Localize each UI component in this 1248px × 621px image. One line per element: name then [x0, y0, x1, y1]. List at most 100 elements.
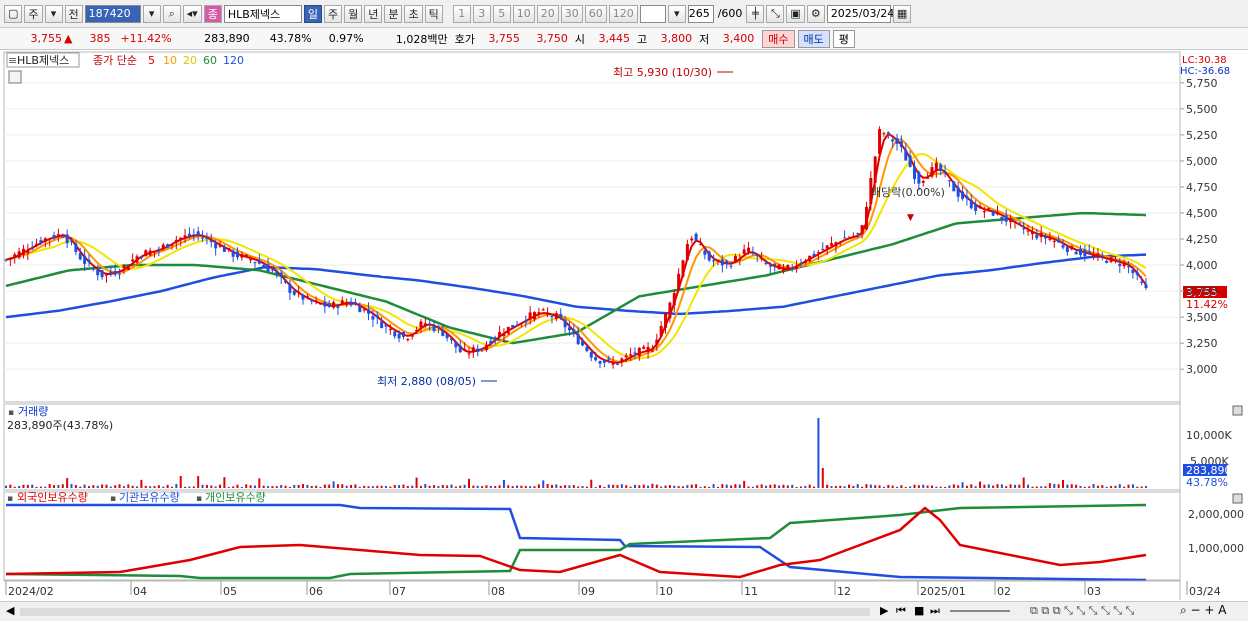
calendar-icon[interactable]: ▦: [892, 4, 912, 23]
volume-bar: [205, 484, 208, 488]
candle-body: [882, 133, 886, 135]
candle-body: [222, 246, 226, 252]
volume-bar: [896, 486, 899, 488]
candle-body: [615, 363, 619, 365]
interval-week[interactable]: 주: [323, 4, 343, 23]
price-ytick: 4,500: [1186, 207, 1218, 220]
num-3[interactable]: 3: [472, 4, 491, 23]
interval-minute[interactable]: 분: [384, 4, 403, 23]
x-label: 06: [309, 585, 323, 598]
menu-icon[interactable]: ≡: [8, 54, 17, 67]
date-input[interactable]: 2025/03/24: [826, 4, 894, 23]
volume-bar: [302, 484, 305, 488]
custom-num-dropdown-icon[interactable]: ▾: [667, 4, 686, 23]
num-10[interactable]: 10: [512, 4, 535, 23]
volume-bar: [756, 485, 759, 488]
volume-bar: [882, 486, 885, 488]
tool-icons[interactable]: ⧉ ⧉ ⧉ ⤡ ⤡ ⤡ ⤡ ⤡ ⤡: [1030, 604, 1134, 618]
prev-button[interactable]: 전: [64, 4, 83, 23]
candle-body: [48, 238, 52, 240]
num-60[interactable]: 60: [584, 4, 607, 23]
volume-tag-pct: 43.78%: [1186, 476, 1228, 489]
volume-menu-icon[interactable]: ▪: [8, 408, 14, 418]
volume-bar: [66, 478, 69, 488]
volume: 283,890: [204, 32, 250, 45]
num-5[interactable]: 5: [492, 4, 511, 23]
volume-info: 283,890주(43.78%): [7, 419, 113, 432]
zoom-slider[interactable]: [950, 610, 1010, 612]
candle-body: [664, 313, 668, 328]
stock-code-input[interactable]: 187420: [84, 4, 141, 23]
window-icon[interactable]: ▢: [4, 4, 23, 23]
candle-body: [305, 296, 309, 298]
num-30[interactable]: 30: [560, 4, 583, 23]
volume-bar: [839, 485, 842, 488]
interval-month[interactable]: 월: [344, 4, 363, 23]
candle-body: [441, 330, 445, 336]
volume-bar: [446, 485, 449, 488]
candle-body: [878, 128, 882, 154]
candle-body: [109, 271, 113, 274]
num-120[interactable]: 120: [608, 4, 638, 23]
candle-body: [830, 243, 834, 246]
volume-bar: [1140, 486, 1143, 488]
avg-button[interactable]: 평: [832, 29, 855, 48]
candle-body: [96, 269, 100, 276]
candle-body: [1127, 266, 1131, 268]
bottom-scrollbar[interactable]: ◀ ▶ ⏮ ■ ⏭ ⧉ ⧉ ⧉ ⤡ ⤡ ⤡ ⤡ ⤡ ⤡ ⌕ − + A: [0, 601, 1248, 621]
candle-icon[interactable]: ╪: [746, 4, 765, 23]
holder-menu-icon[interactable]: ▪: [7, 494, 13, 504]
candle-body: [790, 267, 794, 269]
scroll-left-icon[interactable]: ◀: [6, 604, 14, 617]
interval-day[interactable]: 일: [303, 4, 322, 23]
candle-body: [1074, 251, 1078, 255]
stock-tag-icon[interactable]: 종: [203, 4, 222, 23]
save-icon[interactable]: ▣: [786, 4, 805, 23]
period-short[interactable]: 주: [24, 4, 43, 23]
stock-name-field[interactable]: HLB제넥스: [223, 4, 302, 23]
count-input[interactable]: 265: [687, 4, 714, 23]
first-icon[interactable]: ⏮: [896, 604, 906, 618]
last-icon[interactable]: ⏭: [930, 604, 940, 618]
stock-name-tag[interactable]: HLB제넥스: [17, 54, 69, 67]
candle-body: [602, 360, 606, 363]
candle-body: [576, 333, 580, 345]
custom-num-input[interactable]: [639, 4, 666, 23]
sell-button[interactable]: 매도: [797, 29, 830, 48]
gear-icon[interactable]: ⚙: [806, 4, 825, 23]
buy-button[interactable]: 매수: [762, 29, 795, 48]
price-ytick: 3,000: [1186, 363, 1218, 376]
volume-close-icon[interactable]: [1232, 405, 1243, 416]
candle-body: [432, 325, 436, 332]
volume-bar: [555, 484, 558, 488]
chevron-down-icon[interactable]: ▾: [44, 4, 63, 23]
stop-icon[interactable]: ■: [914, 604, 924, 617]
chart-settings-icon[interactable]: ⤡: [766, 4, 785, 23]
ma-20: 20: [183, 54, 197, 67]
candle-body: [803, 261, 807, 264]
volume-bar: [974, 486, 977, 488]
holder-close-icon[interactable]: [1232, 493, 1243, 504]
candle-body: [131, 259, 135, 262]
play-icon[interactable]: ▶: [880, 604, 888, 617]
candle-body: [1061, 245, 1065, 248]
interval-tick[interactable]: 틱: [424, 4, 443, 23]
scroll-track[interactable]: [20, 608, 870, 616]
calculator-icon[interactable]: [8, 70, 22, 84]
num-20[interactable]: 20: [536, 4, 559, 23]
interval-year[interactable]: 년: [364, 4, 383, 23]
price-ytick: 4,250: [1186, 233, 1218, 246]
num-1[interactable]: 1: [452, 4, 471, 23]
search-icon[interactable]: ⌕: [162, 4, 181, 23]
zoom-out-icon[interactable]: ⌕ − + A: [1180, 603, 1226, 618]
code-dropdown-icon[interactable]: ▾: [142, 4, 161, 23]
stock-chart[interactable]: HLB제넥스 ≡ 종가 단순 5 10 20 60 120 LC:30.38 H…: [0, 50, 1248, 601]
interval-second[interactable]: 초: [404, 4, 423, 23]
x-label: 04: [133, 585, 147, 598]
volume-bar: [376, 485, 379, 488]
volume-bar: [647, 485, 650, 488]
volume-bar: [389, 486, 392, 488]
price-ytick: 4,000: [1186, 259, 1218, 272]
speaker-icon[interactable]: ◂▾: [182, 4, 202, 23]
candle-body: [13, 254, 17, 259]
